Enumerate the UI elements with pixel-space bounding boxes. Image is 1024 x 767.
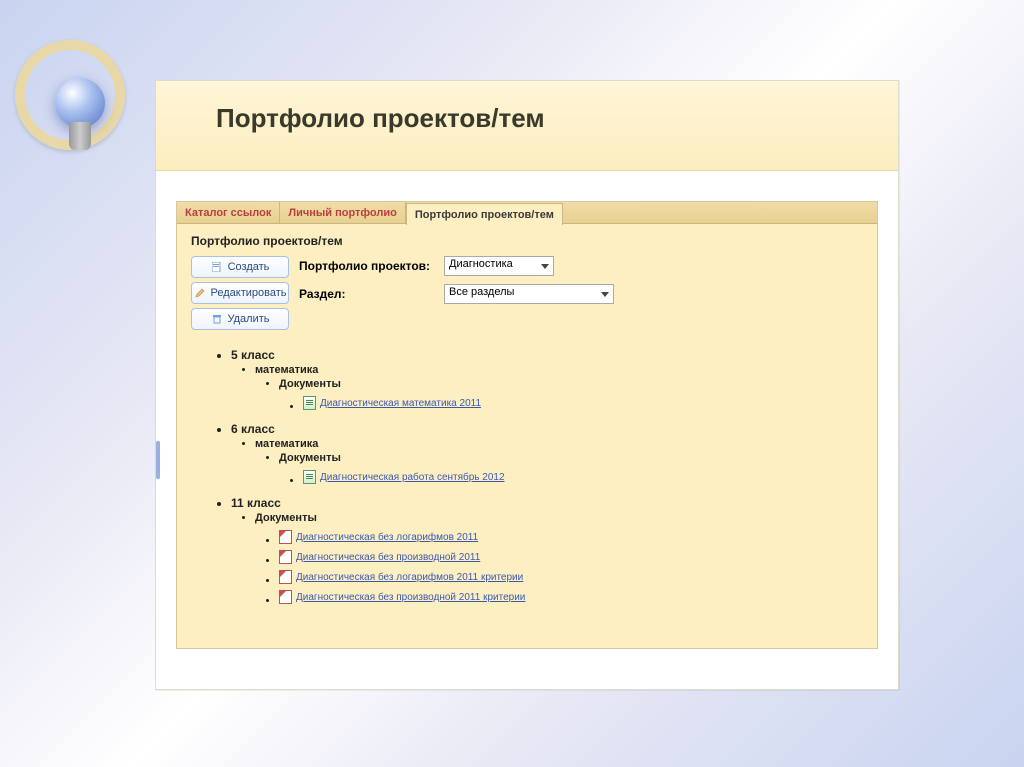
grade-11-label: 11 класс bbox=[231, 496, 281, 510]
action-buttons: Создать Редактировать Удалить bbox=[191, 256, 289, 330]
list-item: Диагностическая работа сентябрь 2012 bbox=[303, 470, 863, 484]
tab-personal[interactable]: Личный портфолио bbox=[280, 202, 405, 223]
grade-11-documents: Документы Диагностическая без логарифмов… bbox=[255, 512, 863, 604]
filter-column: Портфолио проектов: Диагностика Раздел: … bbox=[299, 256, 863, 330]
document-link[interactable]: Диагностическая работа сентябрь 2012 bbox=[320, 472, 505, 483]
tab-bar: Каталог ссылок Личный портфолио Портфоли… bbox=[177, 202, 877, 224]
grade-5-documents-label: Документы bbox=[279, 378, 341, 390]
list-item: Диагностическая без логарифмов 2011 bbox=[279, 530, 863, 544]
document-link[interactable]: Диагностическая математика 2011 bbox=[320, 398, 481, 409]
list-item: Диагностическая математика 2011 bbox=[303, 396, 863, 410]
tab-projects[interactable]: Портфолио проектов/тем bbox=[406, 203, 563, 225]
grade-11: 11 класс Документы Диагностическая без л… bbox=[231, 496, 863, 604]
app-screenshot: Каталог ссылок Личный портфолио Портфоли… bbox=[156, 171, 898, 669]
create-button[interactable]: Создать bbox=[191, 256, 289, 278]
pdf-icon bbox=[279, 550, 292, 564]
plus-icon bbox=[211, 261, 223, 273]
slide-frame: Портфолио проектов/тем Каталог ссылок Ли… bbox=[155, 80, 899, 690]
lightbulb-decoration bbox=[15, 40, 155, 180]
section-filter-label: Раздел: bbox=[299, 287, 444, 301]
grade-5: 5 класс математика Документы Диагностиче… bbox=[231, 348, 863, 410]
tab-catalog[interactable]: Каталог ссылок bbox=[177, 202, 280, 223]
list-item: Диагностическая без логарифмов 2011 крит… bbox=[279, 570, 863, 584]
grade-5-subject: математика Документы Диагностическая мат… bbox=[255, 364, 863, 410]
section-heading: Портфолио проектов/тем bbox=[191, 234, 863, 248]
edit-button[interactable]: Редактировать bbox=[191, 282, 289, 304]
delete-label: Удалить bbox=[228, 313, 270, 325]
document-link[interactable]: Диагностическая без логарифмов 2011 крит… bbox=[296, 572, 523, 583]
grade-6-documents: Документы Диагностическая работа сентябр… bbox=[279, 452, 863, 484]
grade-6-subject-label: математика bbox=[255, 438, 318, 450]
list-item: Диагностическая без производной 2011 bbox=[279, 550, 863, 564]
pdf-icon bbox=[279, 570, 292, 584]
section-select[interactable]: Все разделы bbox=[444, 284, 614, 304]
grade-5-subject-label: математика bbox=[255, 364, 318, 376]
document-link[interactable]: Диагностическая без логарифмов 2011 bbox=[296, 532, 478, 543]
grade-6-label: 6 класс bbox=[231, 422, 275, 436]
delete-button[interactable]: Удалить bbox=[191, 308, 289, 330]
section-select-value: Все разделы bbox=[449, 286, 514, 298]
content-panel: Портфолио проектов/тем Создать Редактиро… bbox=[177, 224, 877, 626]
trash-icon bbox=[211, 313, 223, 325]
slide-title-band: Портфолио проектов/тем bbox=[156, 81, 898, 171]
spreadsheet-icon bbox=[303, 470, 316, 484]
grade-5-documents: Документы Диагностическая математика 201… bbox=[279, 378, 863, 410]
slide-title: Портфолио проектов/тем bbox=[216, 103, 898, 134]
pdf-icon bbox=[279, 530, 292, 544]
controls-row: Создать Редактировать Удалить bbox=[191, 256, 863, 330]
grade-6: 6 класс математика Документы Диагностиче… bbox=[231, 422, 863, 484]
project-filter-label: Портфолио проектов: bbox=[299, 259, 444, 273]
portfolio-tree: 5 класс математика Документы Диагностиче… bbox=[191, 348, 863, 604]
grade-6-subject: математика Документы Диагностическая раб… bbox=[255, 438, 863, 484]
pencil-icon bbox=[194, 287, 206, 299]
spreadsheet-icon bbox=[303, 396, 316, 410]
scrollbar[interactable] bbox=[156, 441, 160, 479]
document-link[interactable]: Диагностическая без производной 2011 кри… bbox=[296, 592, 525, 603]
grade-6-documents-label: Документы bbox=[279, 452, 341, 464]
pdf-icon bbox=[279, 590, 292, 604]
project-select-value: Диагностика bbox=[449, 258, 513, 270]
app-frame: Каталог ссылок Личный портфолио Портфоли… bbox=[176, 201, 878, 649]
create-label: Создать bbox=[228, 261, 270, 273]
grade-5-label: 5 класс bbox=[231, 348, 275, 362]
grade-11-documents-label: Документы bbox=[255, 512, 317, 524]
document-link[interactable]: Диагностическая без производной 2011 bbox=[296, 552, 480, 563]
project-select[interactable]: Диагностика bbox=[444, 256, 554, 276]
edit-label: Редактировать bbox=[211, 287, 287, 299]
list-item: Диагностическая без производной 2011 кри… bbox=[279, 590, 863, 604]
